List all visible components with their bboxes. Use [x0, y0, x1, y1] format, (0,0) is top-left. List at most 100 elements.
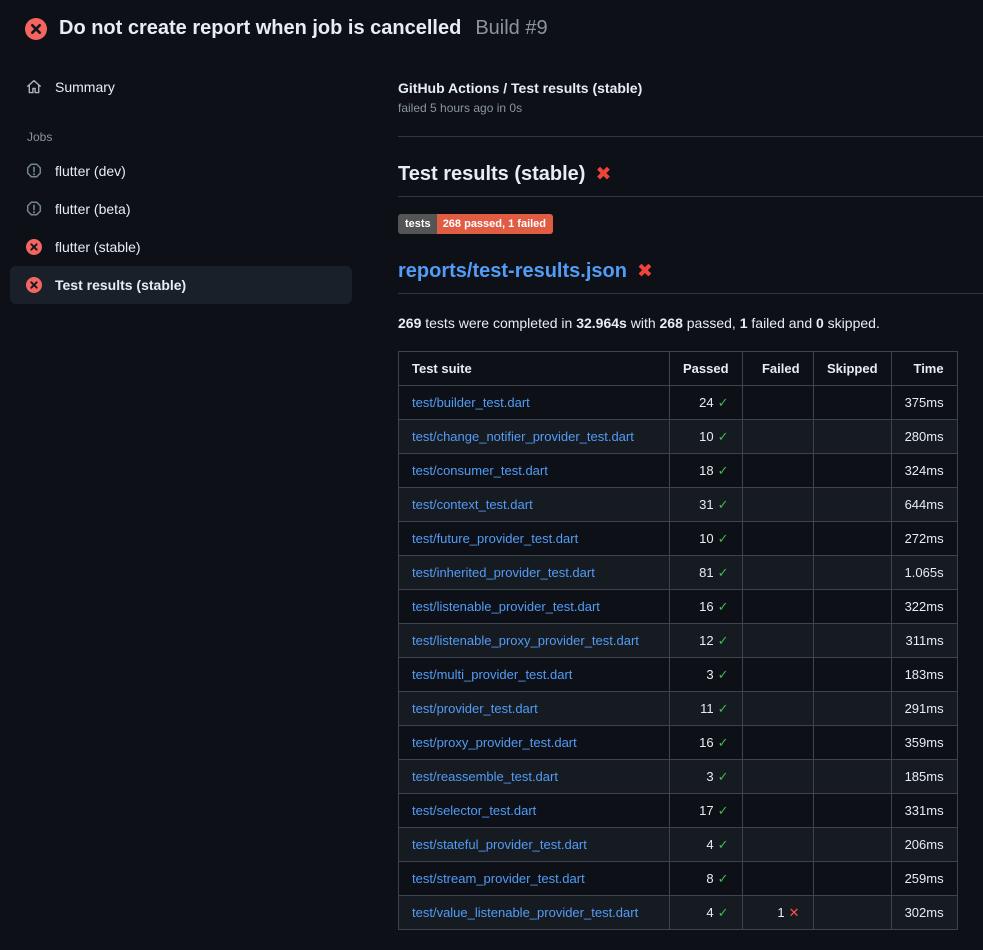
main-content: GitHub Actions / Test results (stable) f…	[380, 50, 983, 930]
check-icon: ✓	[718, 633, 729, 648]
column-header-skipped: Skipped	[813, 352, 891, 386]
check-icon: ✓	[718, 735, 729, 750]
home-icon	[26, 79, 42, 95]
count-value: 1	[777, 905, 784, 920]
section-heading: Test results (stable) ✖	[398, 163, 983, 197]
test-suite-link[interactable]: test/context_test.dart	[412, 497, 533, 512]
sidebar: Summary Jobs flutter (dev) flutter (beta…	[0, 50, 380, 304]
table-row: test/value_listenable_provider_test.dart…	[399, 896, 958, 930]
column-header-test-suite: Test suite	[399, 352, 670, 386]
check-icon: ✓	[718, 837, 729, 852]
x-circle-icon	[25, 18, 47, 40]
test-suite-link[interactable]: test/listenable_proxy_provider_test.dart	[412, 633, 639, 648]
count-value: 4	[706, 905, 713, 920]
count-value: 18	[699, 463, 713, 478]
table-row: test/consumer_test.dart 18 ✓ 324ms	[399, 454, 958, 488]
table-row: test/change_notifier_provider_test.dart 1…	[399, 420, 958, 454]
sidebar-item-job[interactable]: flutter (beta)	[10, 190, 352, 228]
stop-cancelled-icon	[26, 201, 42, 217]
page-title: Do not create report when job is cancell…	[59, 15, 461, 42]
badge-value: 268 passed, 1 failed	[437, 214, 553, 234]
test-suite-link[interactable]: test/selector_test.dart	[412, 803, 536, 818]
table-row: test/selector_test.dart17✓331ms	[399, 794, 958, 828]
check-icon: ✓	[718, 531, 729, 546]
test-suite-link[interactable]: test/consumer_test.dart	[412, 463, 548, 478]
report-heading: reports/test-results.json ✖	[398, 260, 983, 294]
count-value: 3	[706, 769, 713, 784]
tests-status-badge: tests 268 passed, 1 failed	[398, 214, 553, 234]
x-circle-fill-icon	[26, 239, 42, 255]
x-icon: ✕	[789, 905, 800, 920]
sidebar-item-label: flutter (stable)	[55, 239, 141, 255]
time-value: 185ms	[891, 760, 957, 794]
total-time: 32.964s	[576, 315, 627, 331]
check-icon: ✓	[718, 463, 729, 478]
sidebar-item-label: Test results (stable)	[55, 277, 186, 293]
check-icon: ✓	[718, 803, 729, 818]
test-suite-link[interactable]: test/stateful_provider_test.dart	[412, 837, 587, 852]
test-suite-link[interactable]: test/change_notifier_provider_test.dart	[412, 429, 634, 444]
report-file-link[interactable]: reports/test-results.json	[398, 260, 627, 283]
check-icon: ✓	[718, 871, 729, 886]
column-header-failed: Failed	[742, 352, 813, 386]
cross-mark-icon: ✖	[637, 262, 653, 281]
time-value: 324ms	[891, 454, 957, 488]
test-suite-link[interactable]: test/proxy_provider_test.dart	[412, 735, 577, 750]
table-row: test/reassemble_test.dart 3 ✓ 185ms	[399, 760, 958, 794]
table-row: test/listenable_provider_test.dart16✓322…	[399, 590, 958, 624]
time-value: 206ms	[891, 828, 957, 862]
test-suite-link[interactable]: test/stream_provider_test.dart	[412, 871, 585, 886]
test-suite-link[interactable]: test/value_listenable_provider_test.dart	[412, 905, 638, 920]
header-divider	[398, 136, 983, 137]
time-value: 1.065s	[891, 556, 957, 590]
sidebar-item-job[interactable]: flutter (dev)	[10, 152, 352, 190]
test-suite-link[interactable]: test/provider_test.dart	[412, 701, 538, 716]
time-value: 644ms	[891, 488, 957, 522]
x-circle-fill-icon	[26, 277, 42, 293]
time-value: 375ms	[891, 386, 957, 420]
count-value: 81	[699, 565, 713, 580]
stop-cancelled-icon	[26, 163, 42, 179]
check-icon: ✓	[718, 701, 729, 716]
table-row: test/stream_provider_test.dart8✓259ms	[399, 862, 958, 896]
count-value: 12	[699, 633, 713, 648]
test-suite-link[interactable]: test/reassemble_test.dart	[412, 769, 558, 784]
count-value: 16	[699, 599, 713, 614]
breadcrumb: GitHub Actions / Test results (stable)	[398, 80, 983, 96]
table-row: test/stateful_provider_test.dart4✓206ms	[399, 828, 958, 862]
sidebar-item-label: Summary	[55, 79, 115, 95]
check-icon: ✓	[718, 429, 729, 444]
sidebar-item-summary[interactable]: Summary	[10, 68, 352, 106]
count-value: 17	[699, 803, 713, 818]
test-suite-link[interactable]: test/builder_test.dart	[412, 395, 530, 410]
count-value: 10	[699, 429, 713, 444]
sidebar-item-job[interactable]: flutter (stable)	[10, 228, 352, 266]
test-suite-link[interactable]: test/listenable_provider_test.dart	[412, 599, 600, 614]
check-icon: ✓	[718, 905, 729, 920]
sidebar-item-label: flutter (dev)	[55, 163, 126, 179]
time-value: 183ms	[891, 658, 957, 692]
test-suite-link[interactable]: test/future_provider_test.dart	[412, 531, 578, 546]
table-row: test/context_test.dart31✓644ms	[399, 488, 958, 522]
summary-line: 269 tests were completed in 32.964s with…	[398, 315, 983, 331]
run-header: Do not create report when job is cancell…	[0, 0, 983, 50]
column-header-time: Time	[891, 352, 957, 386]
skipped-count: 0	[816, 315, 824, 331]
test-suite-link[interactable]: test/multi_provider_test.dart	[412, 667, 572, 682]
passed-count: 268	[660, 315, 683, 331]
test-suite-link[interactable]: test/inherited_provider_test.dart	[412, 565, 595, 580]
table-row: test/multi_provider_test.dart3✓183ms	[399, 658, 958, 692]
table-row: test/listenable_proxy_provider_test.dart…	[399, 624, 958, 658]
table-row: test/builder_test.dart24✓375ms	[399, 386, 958, 420]
check-icon: ✓	[718, 395, 729, 410]
sidebar-item-job[interactable]: Test results (stable)	[10, 266, 352, 304]
table-row: test/future_provider_test.dart10✓272ms	[399, 522, 958, 556]
table-header-row: Test suite Passed Failed Skipped Time	[399, 352, 958, 386]
count-value: 11	[700, 701, 714, 716]
time-value: 259ms	[891, 862, 957, 896]
count-value: 31	[699, 497, 713, 512]
time-value: 280ms	[891, 420, 957, 454]
test-results-table: Test suite Passed Failed Skipped Time te…	[398, 351, 958, 930]
check-icon: ✓	[718, 769, 729, 784]
table-row: test/proxy_provider_test.dart16✓359ms	[399, 726, 958, 760]
